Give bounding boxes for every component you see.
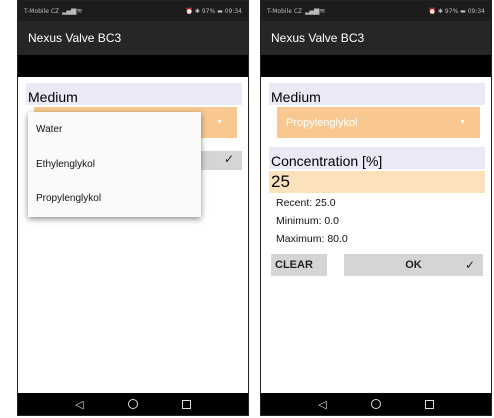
recents-icon[interactable]	[181, 399, 191, 409]
concentration-input[interactable]: 25	[269, 171, 485, 193]
app-title: Nexus Valve BC3	[271, 31, 365, 45]
checkmark-icon: ✓	[464, 258, 475, 272]
app-bar: Nexus Valve BC3	[18, 21, 248, 55]
concentration-label: Concentration [%]	[269, 147, 485, 169]
home-icon[interactable]	[370, 399, 381, 409]
recent-value: Recent: 25.0	[276, 197, 336, 209]
battery-icon: ▬	[460, 7, 466, 15]
medium-spinner[interactable]: Propylenglykol ▼	[277, 107, 480, 138]
medium-label: Medium	[269, 83, 485, 105]
navigation-bar: ◁	[261, 393, 491, 415]
caret-down-icon: ▼	[216, 119, 223, 126]
medium-dropdown-menu: Water Ethylenglykol Propylenglykol	[28, 112, 201, 217]
battery-level: 97%	[201, 7, 216, 15]
app-title: Nexus Valve BC3	[28, 31, 122, 45]
status-icons: ⏰ ✱	[185, 7, 200, 15]
clear-button[interactable]: CLEAR	[271, 254, 327, 276]
caret-down-icon: ▼	[459, 119, 466, 126]
clock: 09:34	[224, 7, 242, 15]
maximum-value: Maximum: 80.0	[276, 233, 348, 245]
medium-label: Medium	[26, 83, 242, 105]
toolbar-strip	[261, 55, 491, 77]
home-icon[interactable]	[127, 399, 138, 409]
back-icon[interactable]: ◁	[75, 398, 83, 411]
ok-button-label: OK	[405, 259, 422, 271]
back-icon[interactable]: ◁	[318, 398, 326, 411]
minimum-value: Minimum: 0.0	[276, 215, 340, 227]
option-ethylenglykol[interactable]: Ethylenglykol	[36, 159, 95, 170]
ok-button[interactable]: OK ✓	[344, 254, 483, 276]
status-icons: ⏰ ✱	[428, 7, 443, 15]
clear-button-label: CLEAR	[275, 259, 313, 271]
phone-screen-left: T-Mobile CZ ▂▄▆ ≋ ⏰ ✱ 97% ▬ 09:34 Nexus V…	[17, 0, 249, 416]
app-bar: Nexus Valve BC3	[261, 21, 491, 55]
checkmark-icon: ✓	[223, 152, 234, 166]
option-propylenglykol[interactable]: Propylenglykol	[36, 193, 101, 204]
carrier-label: T-Mobile CZ	[267, 8, 303, 15]
toolbar-strip	[18, 55, 248, 77]
signal-icon: ▂▄▆ ≋	[305, 7, 325, 15]
medium-selected-value: Propylenglykol	[286, 116, 358, 129]
navigation-bar: ◁	[18, 393, 248, 415]
status-bar: T-Mobile CZ ▂▄▆ ≋ ⏰ ✱ 97% ▬ 09:34	[18, 1, 248, 21]
option-water[interactable]: Water	[36, 124, 62, 135]
status-bar: T-Mobile CZ ▂▄▆ ≋ ⏰ ✱ 97% ▬ 09:34	[261, 1, 491, 21]
battery-icon: ▬	[217, 7, 223, 15]
signal-icon: ▂▄▆ ≋	[62, 7, 82, 15]
phone-screen-right: T-Mobile CZ ▂▄▆ ≋ ⏰ ✱ 97% ▬ 09:34 Nexus V…	[260, 0, 492, 416]
recents-icon[interactable]	[424, 399, 434, 409]
battery-level: 97%	[444, 7, 459, 15]
clock: 09:34	[467, 7, 485, 15]
carrier-label: T-Mobile CZ	[24, 8, 60, 15]
